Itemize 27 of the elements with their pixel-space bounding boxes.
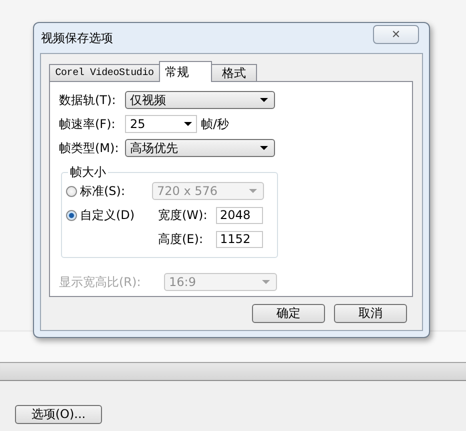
field-label: 帧类型(M): — [59, 140, 120, 156]
close-button[interactable]: ✕ — [373, 24, 419, 44]
dropdown-arrow-icon — [262, 280, 270, 284]
radio-button[interactable]: 自定义(D) — [66, 206, 158, 224]
dropdown[interactable]: 仅视频 — [125, 91, 275, 109]
unit-label: 帧/秒 — [201, 116, 230, 132]
tab[interactable]: 格式 — [211, 64, 257, 82]
tab[interactable]: Corel VideoStudio — [49, 64, 160, 82]
field-label: 宽度(W): — [158, 206, 208, 224]
combo-box[interactable]: 25 — [125, 115, 197, 133]
dropdown-arrow-icon — [260, 146, 268, 150]
tab[interactable]: 常规 — [159, 61, 212, 82]
dropdown-arrow-icon — [184, 122, 192, 126]
input-field[interactable]: 2048 — [216, 206, 263, 224]
ok-button[interactable]: 确定 — [252, 304, 325, 323]
cancel-button[interactable]: 取消 — [334, 304, 407, 323]
window-title: 视频保存选项 — [41, 30, 113, 46]
field-label: 高度(E): — [158, 230, 204, 248]
field-label: 帧速率(F): — [59, 116, 116, 132]
options-button[interactable]: 选项(O)... — [15, 405, 102, 424]
group-title: 帧大小 — [68, 164, 108, 181]
dropdown-arrow-icon — [260, 98, 268, 102]
dropdown-arrow-icon — [249, 189, 257, 193]
field-label: 显示宽高比(R): — [59, 274, 142, 290]
field-label: 数据轨(T): — [59, 92, 117, 108]
input-field[interactable]: 1152 — [216, 230, 263, 248]
dropdown[interactable]: 高场优先 — [125, 139, 275, 157]
